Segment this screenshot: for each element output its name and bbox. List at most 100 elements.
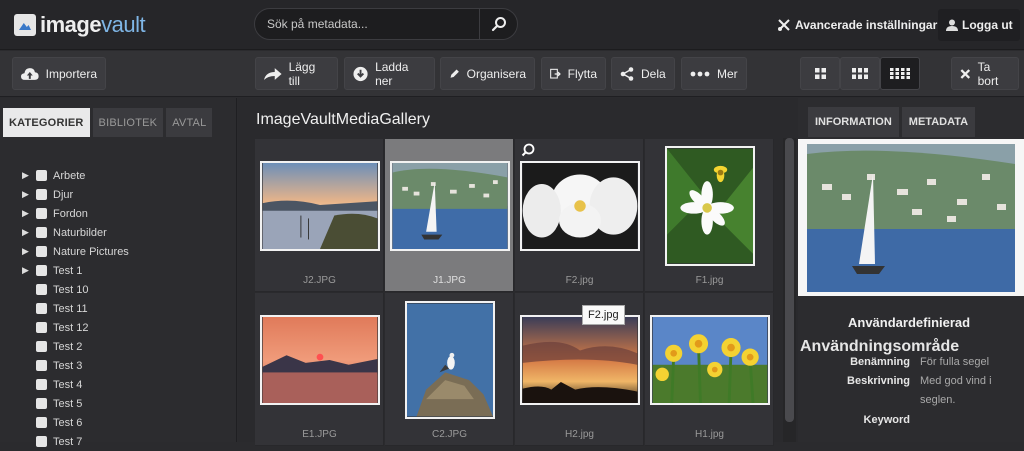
thumbnail-caption: H2.jpg — [565, 429, 594, 440]
expand-arrow-icon[interactable]: ▶ — [22, 208, 36, 219]
logout-label: Logga ut — [962, 18, 1013, 32]
category-item[interactable]: Test 2 — [22, 337, 129, 356]
thumbnail-image — [259, 314, 380, 405]
category-item[interactable]: ▶ Naturbilder — [22, 223, 129, 242]
tab-information[interactable]: INFORMATION — [808, 107, 899, 137]
description-label: Beskrivning — [847, 375, 910, 387]
tools-icon — [778, 19, 790, 31]
gallery-item[interactable]: H2.jpg — [515, 293, 644, 446]
category-checkbox[interactable] — [36, 417, 47, 428]
category-checkbox[interactable] — [36, 246, 47, 257]
toolbar: Importera Lägg till Ladda ner Organisera… — [0, 51, 1024, 97]
category-label: Test 2 — [53, 340, 83, 353]
category-label: Naturbilder — [53, 226, 107, 239]
category-item[interactable]: Test 4 — [22, 375, 129, 394]
gallery-item[interactable]: H1.jpg — [645, 293, 774, 446]
category-item[interactable]: Test 5 — [22, 394, 129, 413]
category-label: Arbete — [53, 169, 86, 182]
import-button[interactable]: Importera — [12, 57, 106, 90]
scrollbar-thumb[interactable] — [785, 138, 794, 422]
thumbnail-caption: J2.JPG — [303, 275, 336, 286]
more-dots-icon — [690, 71, 710, 76]
category-item[interactable]: ▶ Arbete — [22, 166, 129, 185]
category-checkbox[interactable] — [36, 322, 47, 333]
view-medium-button[interactable] — [840, 57, 880, 90]
category-checkbox[interactable] — [36, 398, 47, 409]
category-item[interactable]: Test 12 — [22, 318, 129, 337]
thumbnail-image — [389, 160, 510, 251]
share-arrow-icon — [264, 67, 282, 80]
category-label: Test 10 — [53, 283, 89, 296]
category-item[interactable]: ▶ Fordon — [22, 204, 129, 223]
logout-button[interactable]: Logga ut — [938, 9, 1020, 41]
move-icon — [550, 68, 561, 79]
left-tabs: KATEGORIER BIBLIOTEK AVTAL — [3, 108, 213, 137]
category-checkbox[interactable] — [36, 265, 47, 276]
logo-text-prefix: image — [40, 12, 102, 37]
category-checkbox[interactable] — [36, 170, 47, 181]
category-item[interactable]: ▶ Nature Pictures — [22, 242, 129, 261]
category-item[interactable]: Test 11 — [22, 299, 129, 318]
imagevault-logo[interactable]: imagevault — [14, 12, 146, 38]
category-checkbox[interactable] — [36, 208, 47, 219]
preview-image — [807, 143, 1015, 292]
gallery-scrollbar[interactable] — [783, 138, 796, 442]
expand-arrow-icon[interactable]: ▶ — [22, 227, 36, 238]
more-label: Mer — [717, 66, 738, 81]
category-checkbox[interactable] — [36, 227, 47, 238]
category-label: Test 11 — [53, 302, 88, 315]
gallery-item-selected[interactable]: J1.JPG — [385, 139, 514, 292]
gallery-item[interactable]: C2.JPG — [385, 293, 514, 446]
share-icon — [620, 66, 634, 81]
usage-area-label: Användningsområde — [800, 338, 960, 355]
category-label: Fordon — [53, 207, 88, 220]
share-button[interactable]: Dela — [611, 57, 675, 90]
category-label: Test 5 — [53, 397, 83, 410]
category-checkbox[interactable] — [36, 303, 47, 314]
share-label: Dela — [641, 66, 666, 81]
category-tree: ▶ Arbete ▶ Djur ▶ Fordon ▶ Naturbilder ▶ Nature P… — [22, 166, 129, 451]
add-label: Lägg till — [288, 59, 316, 88]
advanced-settings-link[interactable]: Avancerade inställningar — [777, 10, 937, 40]
category-item[interactable]: Test 3 — [22, 356, 129, 375]
category-checkbox[interactable] — [36, 341, 47, 352]
thumbnail-image — [519, 314, 640, 405]
category-checkbox[interactable] — [36, 189, 47, 200]
thumbnail-image — [404, 300, 495, 419]
expand-arrow-icon[interactable]: ▶ — [22, 246, 36, 257]
image-preview — [798, 139, 1024, 296]
add-button[interactable]: Lägg till — [255, 57, 338, 90]
category-checkbox[interactable] — [36, 284, 47, 295]
tab-library[interactable]: BIBLIOTEK — [92, 108, 164, 137]
category-item[interactable]: Test 10 — [22, 280, 129, 299]
keyword-label: Keyword — [863, 414, 910, 426]
category-checkbox[interactable] — [36, 360, 47, 371]
category-item[interactable]: Test 6 — [22, 413, 129, 432]
expand-arrow-icon[interactable]: ▶ — [22, 265, 36, 276]
gallery-item[interactable]: E1.JPG — [255, 293, 384, 446]
gallery-item[interactable]: F1.jpg — [645, 139, 774, 292]
category-item[interactable]: ▶ Djur — [22, 185, 129, 204]
hover-tooltip: F2.jpg — [582, 305, 625, 325]
move-button[interactable]: Flytta — [541, 57, 606, 90]
view-large-button[interactable] — [800, 57, 840, 90]
search-button[interactable] — [479, 9, 517, 39]
expand-arrow-icon[interactable]: ▶ — [22, 189, 36, 200]
download-button[interactable]: Ladda ner — [344, 57, 435, 90]
logo-mark-icon — [14, 14, 36, 36]
remove-button[interactable]: Ta bort — [951, 57, 1019, 90]
tab-metadata[interactable]: METADATA — [901, 107, 976, 137]
category-item[interactable]: ▶ Test 1 — [22, 261, 129, 280]
search-input[interactable] — [267, 15, 477, 33]
gallery-item[interactable]: J2.JPG — [255, 139, 384, 292]
expand-arrow-icon[interactable]: ▶ — [22, 170, 36, 181]
tab-agreements[interactable]: AVTAL — [166, 108, 213, 137]
category-checkbox[interactable] — [36, 379, 47, 390]
gallery-item[interactable]: F2.jpg — [515, 139, 644, 292]
tab-categories[interactable]: KATEGORIER — [3, 108, 90, 137]
download-icon — [353, 66, 368, 81]
more-button[interactable]: Mer — [681, 57, 747, 90]
organize-button[interactable]: Organisera — [440, 57, 535, 90]
view-small-button[interactable] — [880, 57, 920, 90]
category-label: Test 4 — [53, 378, 83, 391]
